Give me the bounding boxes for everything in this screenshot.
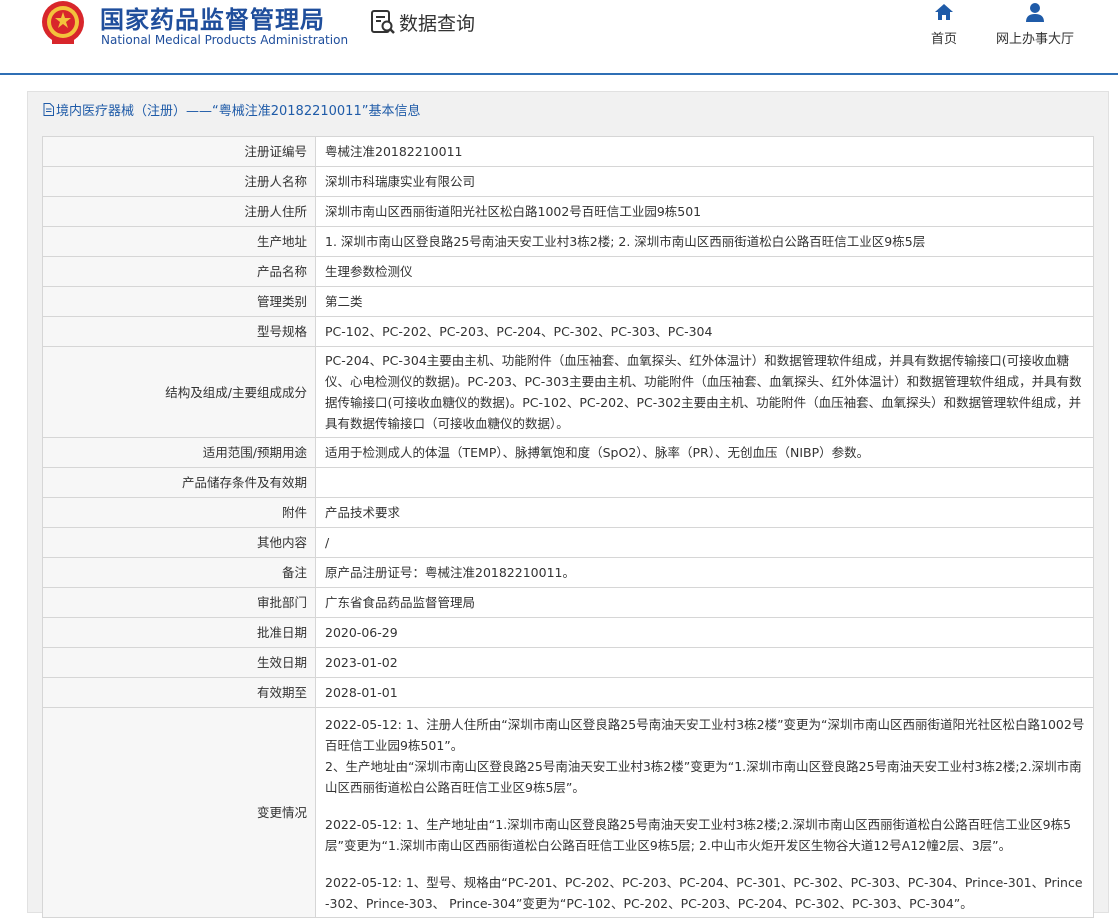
- nav-home[interactable]: 首页: [924, 2, 964, 47]
- table-row: 附件 产品技术要求: [42, 497, 1094, 528]
- row-value: PC-204、PC-304主要由主机、功能附件（血压袖套、血氧探头、红外体温计）…: [315, 346, 1094, 438]
- table-row: 产品储存条件及有效期: [42, 467, 1094, 498]
- table-row: 管理类别 第二类: [42, 286, 1094, 317]
- row-label: 产品储存条件及有效期: [42, 467, 316, 498]
- row-label: 适用范围/预期用途: [42, 437, 316, 468]
- row-value: 2023-01-02: [315, 647, 1094, 678]
- nav-online-service-hall-label: 网上办事大厅: [995, 32, 1074, 47]
- table-row: 有效期至 2028-01-01: [42, 677, 1094, 708]
- agency-name-en: National Medical Products Administration: [101, 33, 349, 47]
- row-value: 原产品注册证号：粤械注准20182210011。: [315, 557, 1094, 588]
- row-label: 变更情况: [42, 707, 316, 918]
- nav-home-label: 首页: [930, 32, 957, 47]
- row-label: 其他内容: [42, 527, 316, 558]
- row-value: 广东省食品药品监督管理局: [315, 587, 1094, 618]
- row-label: 管理类别: [42, 286, 316, 317]
- row-label: 有效期至: [42, 677, 316, 708]
- row-value: 第二类: [315, 286, 1094, 317]
- header-divider: [0, 73, 1118, 75]
- table-row: 型号规格 PC-102、PC-202、PC-203、PC-204、PC-302、P…: [42, 316, 1094, 347]
- row-value: 2028-01-01: [315, 677, 1094, 708]
- row-value: PC-102、PC-202、PC-203、PC-204、PC-302、PC-30…: [315, 316, 1094, 347]
- row-value: 粤械注准20182210011: [315, 136, 1094, 167]
- row-label: 产品名称: [42, 256, 316, 287]
- row-label: 注册人名称: [42, 166, 316, 197]
- home-icon: [935, 4, 953, 20]
- agency-name-cn: 国家药品监督管理局: [100, 6, 325, 34]
- table-row: 审批部门 广东省食品药品监督管理局: [42, 587, 1094, 618]
- national-emblem-icon: [42, 1, 84, 44]
- panel-title-text: 境内医疗器械（注册）——“粤械注准20182210011”基本信息: [56, 104, 421, 119]
- row-value: 1. 深圳市南山区登良路25号南油天安工业村3栋2楼; 2. 深圳市南山区西丽街…: [315, 226, 1094, 257]
- table-row-changes: 变更情况 2022-05-12: 1、注册人住所由“深圳市南山区登良路25号南油天…: [42, 707, 1094, 918]
- row-label: 批准日期: [42, 617, 316, 648]
- row-value: 2020-06-29: [315, 617, 1094, 648]
- row-value: 产品技术要求: [315, 497, 1094, 528]
- row-value: /: [315, 527, 1094, 558]
- registration-info-table: 注册证编号 粤械注准20182210011 注册人名称 深圳市科瑞康实业有限公司 注册人…: [42, 136, 1094, 918]
- table-row: 注册人住所 深圳市南山区西丽街道阳光社区松白路1002号百旺信工业园9栋501: [42, 196, 1094, 227]
- row-label: 附件: [42, 497, 316, 528]
- data-query-link[interactable]: 数据查询: [369, 8, 475, 36]
- data-query-label: 数据查询: [399, 12, 476, 35]
- table-row: 生效日期 2023-01-02: [42, 647, 1094, 678]
- row-label: 生效日期: [42, 647, 316, 678]
- table-row: 结构及组成/主要组成成分 PC-204、PC-304主要由主机、功能附件（血压袖套…: [42, 346, 1094, 438]
- table-row: 其他内容 /: [42, 527, 1094, 558]
- row-label: 生产地址: [42, 226, 316, 257]
- row-value: 生理参数检测仪: [315, 256, 1094, 287]
- row-label: 备注: [42, 557, 316, 588]
- document-icon: [43, 103, 54, 116]
- row-label: 注册人住所: [42, 196, 316, 227]
- table-row: 批准日期 2020-06-29: [42, 617, 1094, 648]
- table-row: 注册证编号 粤械注准20182210011: [42, 136, 1094, 167]
- row-label: 型号规格: [42, 316, 316, 347]
- data-query-icon: [371, 10, 395, 34]
- nav-online-service-hall[interactable]: 网上办事大厅: [992, 2, 1078, 47]
- user-icon: [1026, 3, 1044, 22]
- table-row: 生产地址 1. 深圳市南山区登良路25号南油天安工业村3栋2楼; 2. 深圳市南山…: [42, 226, 1094, 257]
- row-value: 深圳市科瑞康实业有限公司: [315, 166, 1094, 197]
- change-history: 2022-05-12: 1、注册人住所由“深圳市南山区登良路25号南油天安工业村…: [315, 707, 1094, 918]
- row-value: [315, 467, 1094, 498]
- row-label: 注册证编号: [42, 136, 316, 167]
- table-row: 产品名称 生理参数检测仪: [42, 256, 1094, 287]
- panel-title: 境内医疗器械（注册）——“粤械注准20182210011”基本信息: [43, 100, 420, 119]
- row-value: 适用于检测成人的体温（TEMP）、脉搏氧饱和度（SpO2）、脉率（PR）、无创血…: [315, 437, 1094, 468]
- site-header: 国家药品监督管理局 National Medical Products Admi…: [0, 0, 1118, 74]
- row-label: 审批部门: [42, 587, 316, 618]
- table-row: 适用范围/预期用途 适用于检测成人的体温（TEMP）、脉搏氧饱和度（SpO2）、脉…: [42, 437, 1094, 468]
- table-row: 备注 原产品注册证号：粤械注准20182210011。: [42, 557, 1094, 588]
- table-row: 注册人名称 深圳市科瑞康实业有限公司: [42, 166, 1094, 197]
- change-entry: 2022-05-12: 1、型号、规格由“PC-201、PC-202、PC-20…: [325, 875, 1083, 911]
- change-entry: 2022-05-12: 1、注册人住所由“深圳市南山区登良路25号南油天安工业村…: [325, 717, 1085, 795]
- change-entry: 2022-05-12: 1、生产地址由“1.深圳市南山区登良路25号南油天安工业…: [325, 817, 1072, 853]
- row-label: 结构及组成/主要组成成分: [42, 346, 316, 438]
- row-value: 深圳市南山区西丽街道阳光社区松白路1002号百旺信工业园9栋501: [315, 196, 1094, 227]
